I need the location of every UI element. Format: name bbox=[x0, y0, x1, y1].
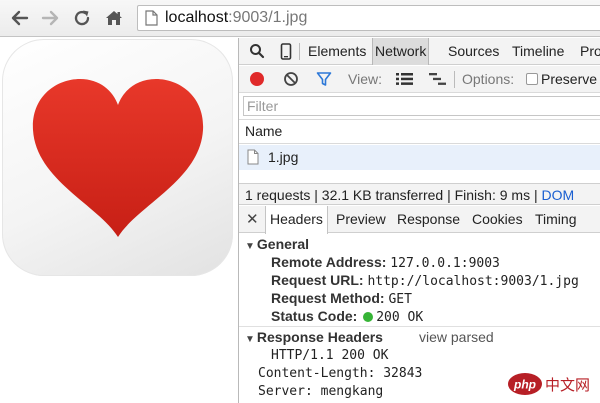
close-icon[interactable]: ✕ bbox=[246, 210, 259, 228]
tab-preview[interactable]: Preview bbox=[336, 206, 386, 233]
http-status-line: HTTP/1.1 200 OK bbox=[271, 348, 389, 363]
tab-sources[interactable]: Sources bbox=[448, 38, 499, 65]
general-section-title: General bbox=[256, 236, 310, 252]
filter-icon[interactable] bbox=[316, 71, 332, 90]
network-toolbar: View: Options: Preserve bbox=[239, 66, 600, 93]
tab-timeline[interactable]: Timeline bbox=[512, 38, 564, 65]
request-method-value: GET bbox=[388, 292, 412, 307]
search-icon[interactable] bbox=[249, 43, 265, 62]
tab-timing[interactable]: Timing bbox=[535, 206, 577, 233]
remote-address-value: 127.0.0.1:9003 bbox=[390, 256, 500, 271]
status-code-row: Status Code: 200 OK bbox=[271, 308, 423, 325]
response-headers-title: Response Headers bbox=[256, 329, 383, 345]
filter-row bbox=[239, 94, 600, 118]
preserve-log-label[interactable]: Preserve bbox=[541, 71, 597, 87]
toolbar-separator bbox=[454, 71, 455, 88]
url-path: :9003/1.jpg bbox=[228, 9, 308, 26]
name-column-label: Name bbox=[245, 123, 283, 139]
large-rows-icon[interactable] bbox=[396, 72, 413, 89]
name-column-header[interactable]: Name bbox=[239, 119, 600, 144]
file-icon bbox=[247, 149, 259, 168]
response-headers-toggle[interactable]: ▼ Response Headers bbox=[245, 329, 383, 345]
reload-icon[interactable] bbox=[72, 8, 92, 28]
view-parsed-link[interactable]: view parsed bbox=[419, 329, 494, 345]
status-code-key: Status Code: bbox=[271, 308, 358, 324]
browser-toolbar: localhost:9003/1.jpg bbox=[0, 0, 600, 37]
heart-app-icon-image bbox=[2, 39, 233, 276]
heart-icon bbox=[32, 79, 204, 237]
request-url-row: Request URL: http://localhost:9003/1.jpg bbox=[271, 272, 579, 289]
request-method-key: Request Method: bbox=[271, 290, 385, 306]
status-code-value: 200 OK bbox=[376, 310, 424, 325]
clear-icon[interactable] bbox=[283, 71, 299, 90]
status-ok-icon bbox=[363, 312, 374, 322]
tab-elements[interactable]: Elements bbox=[308, 38, 366, 65]
remote-address-row: Remote Address: 127.0.0.1:9003 bbox=[271, 254, 500, 271]
tab-separator bbox=[299, 43, 300, 60]
php-cn-watermark-logo: php 中文网 bbox=[507, 369, 600, 403]
expand-triangle-icon: ▼ bbox=[245, 241, 255, 252]
request-url-key: Request URL: bbox=[271, 272, 364, 288]
back-arrow-icon[interactable] bbox=[10, 8, 30, 28]
server-header: Server: mengkang bbox=[258, 384, 384, 399]
forward-arrow-icon[interactable] bbox=[40, 8, 60, 28]
home-icon[interactable] bbox=[104, 8, 124, 28]
devtools-tab-bar: Elements Network Sources Timeline Pro bbox=[239, 38, 600, 65]
summary-dom-link[interactable]: DOM bbox=[541, 187, 574, 203]
device-mode-icon[interactable] bbox=[280, 43, 292, 63]
svg-text:php: php bbox=[513, 378, 536, 392]
request-method-row: Request Method: GET bbox=[271, 290, 412, 307]
remote-address-key: Remote Address: bbox=[271, 254, 387, 270]
tab-headers[interactable]: Headers bbox=[265, 206, 328, 234]
url-text: localhost:9003/1.jpg bbox=[165, 9, 307, 27]
network-summary-bar: 1 requests | 32.1 KB transferred | Finis… bbox=[239, 183, 600, 205]
tab-network[interactable]: Network bbox=[372, 38, 430, 65]
tab-response[interactable]: Response bbox=[397, 206, 460, 233]
options-label: Options: bbox=[462, 71, 515, 87]
waterfall-icon[interactable] bbox=[429, 72, 446, 89]
request-row[interactable]: 1.jpg bbox=[239, 145, 600, 170]
devtools-panel: Elements Network Sources Timeline Pro Vi… bbox=[238, 38, 600, 403]
request-detail-tabs: ✕ Headers Preview Response Cookies Timin… bbox=[239, 206, 600, 234]
network-summary-text: 1 requests | 32.1 KB transferred | Finis… bbox=[245, 187, 574, 203]
preserve-log-checkbox[interactable] bbox=[526, 73, 538, 85]
tab-cookies[interactable]: Cookies bbox=[472, 206, 523, 233]
page-icon bbox=[145, 10, 158, 31]
tab-profiles[interactable]: Pro bbox=[580, 38, 600, 65]
url-host: localhost bbox=[165, 9, 229, 26]
record-icon[interactable] bbox=[249, 71, 265, 90]
expand-triangle-icon: ▼ bbox=[245, 334, 255, 345]
section-divider bbox=[239, 326, 600, 327]
svg-text:中文网: 中文网 bbox=[545, 376, 590, 394]
filter-input[interactable] bbox=[243, 96, 600, 116]
request-url-value: http://localhost:9003/1.jpg bbox=[367, 274, 579, 289]
request-file-name: 1.jpg bbox=[268, 149, 299, 165]
view-label: View: bbox=[348, 71, 382, 87]
summary-main: 1 requests | 32.1 KB transferred | Finis… bbox=[245, 187, 542, 203]
page-content bbox=[0, 38, 238, 403]
content-length-header: Content-Length: 32843 bbox=[258, 366, 423, 381]
general-section-toggle[interactable]: ▼ General bbox=[245, 236, 309, 252]
url-bar[interactable]: localhost:9003/1.jpg bbox=[137, 5, 600, 31]
